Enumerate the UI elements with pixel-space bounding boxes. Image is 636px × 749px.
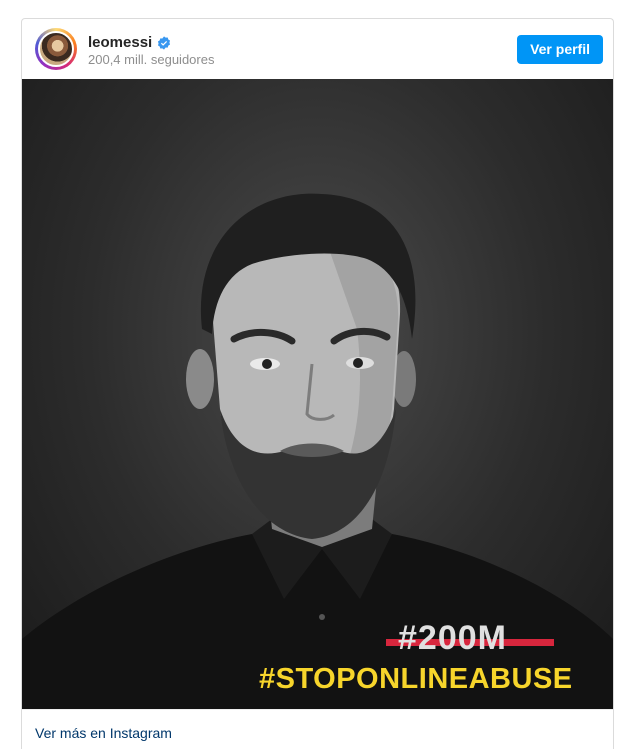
followers-count: 200,4 mill. seguidores: [88, 52, 215, 67]
verified-badge-icon: [158, 35, 171, 50]
post-photo[interactable]: #200M #STOPONLINEABUSE: [22, 79, 613, 709]
avatar-image: [38, 31, 74, 67]
post-header: leomessi 200,4 mill. seguidores Ver perf…: [22, 19, 613, 79]
username[interactable]: leomessi: [88, 34, 152, 51]
avatar[interactable]: [35, 28, 77, 70]
username-row: leomessi: [88, 34, 171, 51]
instagram-embed: leomessi 200,4 mill. seguidores Ver perf…: [21, 18, 614, 749]
post-footer: Ver más en Instagram: [22, 709, 613, 749]
portrait-illustration: [22, 193, 613, 709]
view-profile-button[interactable]: Ver perfil: [517, 35, 603, 64]
overlay-hashtag-text: #STOPONLINEABUSE: [259, 663, 573, 695]
view-more-on-instagram-link[interactable]: Ver más en Instagram: [35, 725, 172, 741]
overlay-200m-text: #200M: [398, 619, 507, 657]
